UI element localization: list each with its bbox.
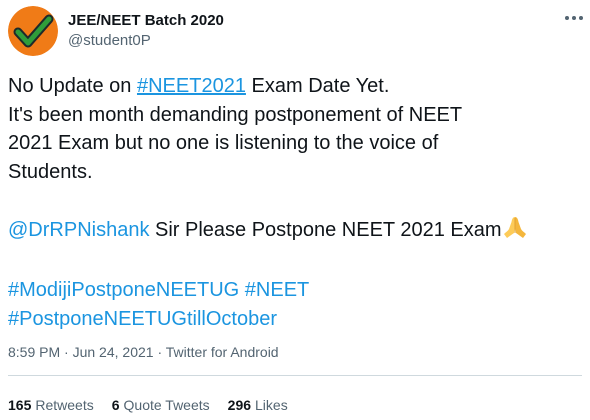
hashtag-link-postponeneetugtilloctober[interactable]: #PostponeNEETUGtillOctober bbox=[8, 308, 277, 330]
user-handle[interactable]: @student0P bbox=[68, 31, 224, 51]
mention-link-drrpnishank[interactable]: @DrRPNishank bbox=[8, 219, 149, 241]
hashtag-link-neet[interactable]: #NEET bbox=[245, 279, 309, 301]
folded-hands-icon bbox=[502, 215, 528, 248]
likes-label: Likes bbox=[255, 397, 288, 413]
likes-count: 296 bbox=[227, 397, 252, 413]
tweet-date[interactable]: Jun 24, 2021 bbox=[73, 344, 154, 360]
tweet-line-4: Students. bbox=[8, 160, 93, 183]
retweets-count: 165 bbox=[8, 397, 32, 413]
tweet-time[interactable]: 8:59 PM bbox=[8, 344, 60, 360]
quote-tweets-count: 6 bbox=[111, 397, 120, 413]
tweet-line-3: 2021 Exam but no one is listening to the… bbox=[8, 132, 439, 155]
retweets-stat[interactable]: 165 Retweets bbox=[8, 396, 94, 414]
tweet-line-2: It's been month demanding postponement o… bbox=[8, 103, 463, 126]
tweet-header: JEE/NEET Batch 2020 @student0P bbox=[8, 6, 582, 62]
tweet-text-segment: Sir Please Postpone NEET 2021 Exam bbox=[149, 218, 502, 241]
display-name[interactable]: JEE/NEET Batch 2020 bbox=[68, 11, 224, 31]
avatar[interactable] bbox=[8, 6, 58, 56]
meta-separator: · bbox=[60, 344, 73, 360]
retweets-label: Retweets bbox=[35, 397, 94, 413]
meta-separator: · bbox=[153, 344, 166, 360]
tweet-line-hashtags-2: #PostponeNEETUGtillOctober bbox=[8, 305, 583, 334]
checkmark-avatar-icon bbox=[8, 6, 58, 56]
hashtag-link-neet2021[interactable]: #NEET2021 bbox=[137, 75, 246, 97]
tweet-text-segment: Exam Date Yet. bbox=[245, 75, 390, 97]
quote-tweets-label: Quote Tweets bbox=[123, 397, 210, 413]
tweet-text-segment: No Update on bbox=[8, 75, 137, 97]
user-names: JEE/NEET Batch 2020 @student0P bbox=[68, 11, 224, 51]
tweet-line-hashtags: #ModijiPostponeNEETUG #NEET bbox=[8, 276, 583, 305]
divider bbox=[8, 375, 582, 376]
tweet-stats: 165 Retweets 6 Quote Tweets 296 Likes bbox=[8, 396, 306, 414]
likes-stat[interactable]: 296 Likes bbox=[228, 396, 288, 414]
tweet-meta: 8:59 PM · Jun 24, 2021 · Twitter for And… bbox=[8, 343, 279, 361]
tweet-line-mention: @DrRPNishank Sir Please Postpone NEET 20… bbox=[8, 215, 583, 248]
tweet-source[interactable]: Twitter for Android bbox=[166, 344, 279, 360]
tweet-line-1: No Update on #NEET2021 Exam Date Yet. bbox=[8, 72, 583, 101]
tweet-text: No Update on #NEET2021 Exam Date Yet. It… bbox=[8, 72, 583, 333]
hashtag-link-modijipostponeneetug[interactable]: #ModijiPostponeNEETUG bbox=[8, 279, 239, 301]
more-options-icon[interactable] bbox=[562, 6, 586, 30]
quote-tweets-stat[interactable]: 6 Quote Tweets bbox=[112, 396, 210, 414]
